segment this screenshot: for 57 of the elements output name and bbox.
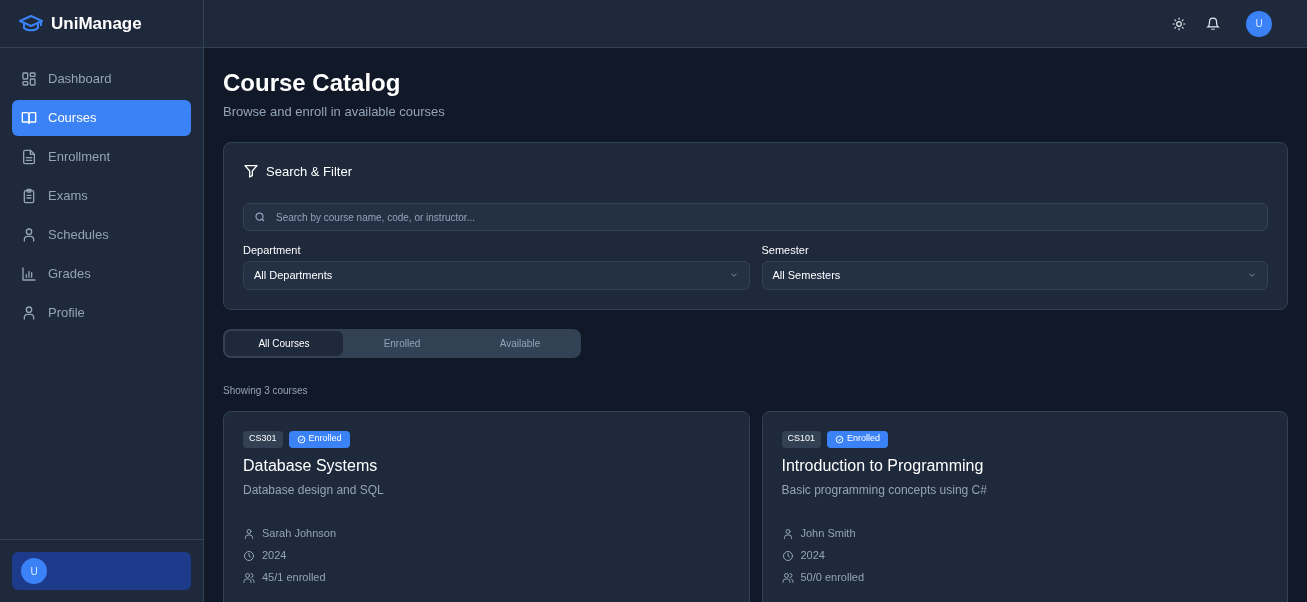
status-badge: Enrolled bbox=[827, 430, 889, 448]
check-circle-icon bbox=[296, 434, 306, 444]
user-icon bbox=[21, 227, 37, 243]
course-detail: 2024 bbox=[262, 548, 287, 564]
document-icon bbox=[21, 149, 37, 165]
users-icon bbox=[781, 571, 794, 584]
grid-icon bbox=[21, 71, 37, 87]
nav-item[interactable]: Courses bbox=[12, 100, 191, 136]
field-label: Semester bbox=[761, 243, 810, 258]
user-avatar: U bbox=[21, 558, 47, 584]
nav-item[interactable]: Profile bbox=[12, 295, 191, 331]
nav-item[interactable]: Schedules bbox=[12, 217, 191, 253]
course-title: Database Systems bbox=[243, 455, 379, 476]
user-card[interactable]: U bbox=[12, 552, 191, 590]
app-name: UniManage bbox=[51, 12, 142, 35]
user-avatar[interactable]: U bbox=[1246, 10, 1272, 37]
nav-item[interactable]: Enrollment bbox=[12, 139, 191, 175]
result-count: Showing 3 courses bbox=[223, 383, 309, 398]
course-detail: 45/1 enrolled bbox=[262, 570, 326, 586]
dropdown[interactable]: All Semesters bbox=[761, 260, 1268, 290]
dropdown[interactable]: All Departments bbox=[243, 260, 750, 290]
bar-chart-icon bbox=[21, 266, 37, 282]
course-detail: 2024 bbox=[800, 548, 825, 564]
page-title: Course Catalog bbox=[223, 68, 402, 98]
tab[interactable]: All Courses bbox=[225, 330, 343, 356]
user-icon bbox=[243, 527, 255, 540]
search-icon bbox=[254, 211, 266, 223]
course-detail: John Smith bbox=[800, 526, 856, 542]
users-icon bbox=[243, 571, 255, 584]
notification-bell-icon[interactable] bbox=[1206, 16, 1220, 31]
course-code: CS301 bbox=[243, 430, 283, 448]
course-detail: 50/0 enrolled bbox=[800, 570, 865, 586]
course-code: CS101 bbox=[781, 430, 822, 448]
user-icon bbox=[781, 527, 794, 540]
course-description: Database design and SQL bbox=[243, 481, 385, 499]
search-field[interactable]: Search by course name, code, or instructor... bbox=[243, 203, 1268, 231]
clock-icon bbox=[243, 549, 255, 562]
tab[interactable]: Enrolled bbox=[343, 330, 461, 356]
sun-icon[interactable] bbox=[1172, 16, 1186, 31]
page-subtitle: Browse and enroll in available courses bbox=[223, 103, 446, 121]
graduation-cap-icon bbox=[19, 13, 43, 34]
course-detail: Sarah Johnson bbox=[262, 526, 336, 542]
user-icon bbox=[21, 305, 37, 321]
course-title: Introduction to Programming bbox=[781, 455, 985, 476]
course-description: Basic programming concepts using C# bbox=[781, 481, 988, 499]
check-circle-icon bbox=[835, 434, 845, 444]
field-label: Department bbox=[243, 243, 302, 258]
status-badge: Enrolled bbox=[288, 430, 350, 448]
nav-item[interactable]: Grades bbox=[12, 256, 191, 292]
filter-icon bbox=[243, 163, 259, 180]
book-icon bbox=[21, 110, 37, 126]
nav-item[interactable]: Exams bbox=[12, 178, 191, 214]
clock-icon bbox=[781, 549, 794, 562]
nav-item[interactable]: Dashboard bbox=[12, 61, 191, 97]
panel-title: Search & Filter bbox=[266, 162, 352, 181]
tab[interactable]: Available bbox=[461, 330, 579, 356]
clipboard-icon bbox=[21, 188, 37, 204]
